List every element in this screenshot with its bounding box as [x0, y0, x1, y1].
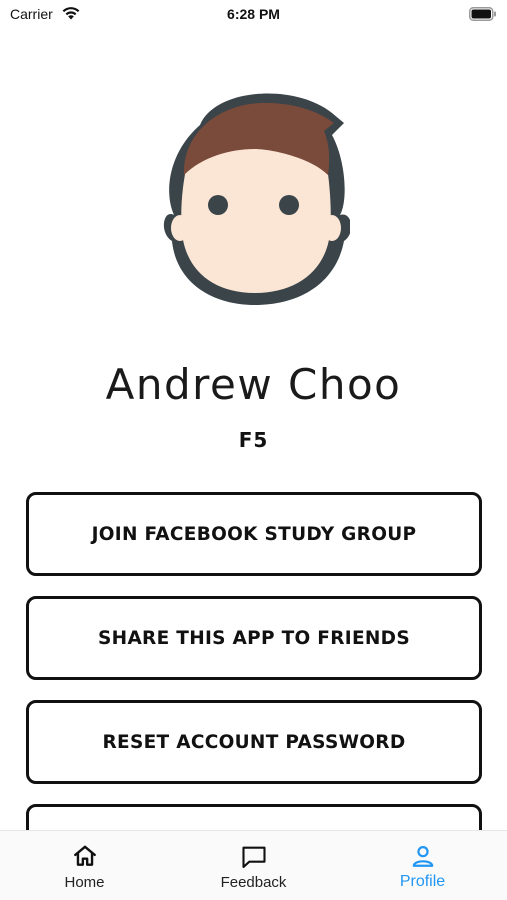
tab-home-label: Home — [64, 874, 105, 891]
person-icon — [338, 843, 507, 871]
home-icon — [0, 843, 169, 871]
tab-bar: Home Feedback Profile — [0, 830, 507, 900]
chat-bubble-icon — [169, 843, 338, 871]
profile-content: Andrew Choo F5 JOIN FACEBOOK STUDY GROUP… — [0, 0, 507, 830]
profile-subtitle: F5 — [238, 428, 269, 452]
more-action-button[interactable] — [26, 804, 482, 830]
share-app-button[interactable]: SHARE THIS APP TO FRIENDS — [26, 596, 482, 680]
profile-name: Andrew Choo — [105, 360, 402, 409]
tab-home[interactable]: Home — [0, 831, 169, 900]
reset-password-button[interactable]: RESET ACCOUNT PASSWORD — [26, 700, 482, 784]
tab-profile-label: Profile — [399, 873, 446, 890]
tab-feedback[interactable]: Feedback — [169, 831, 338, 900]
tab-profile[interactable]: Profile — [338, 831, 507, 900]
join-facebook-study-group-button[interactable]: JOIN FACEBOOK STUDY GROUP — [26, 492, 482, 576]
avatar — [160, 83, 352, 309]
tab-feedback-label: Feedback — [220, 874, 287, 891]
